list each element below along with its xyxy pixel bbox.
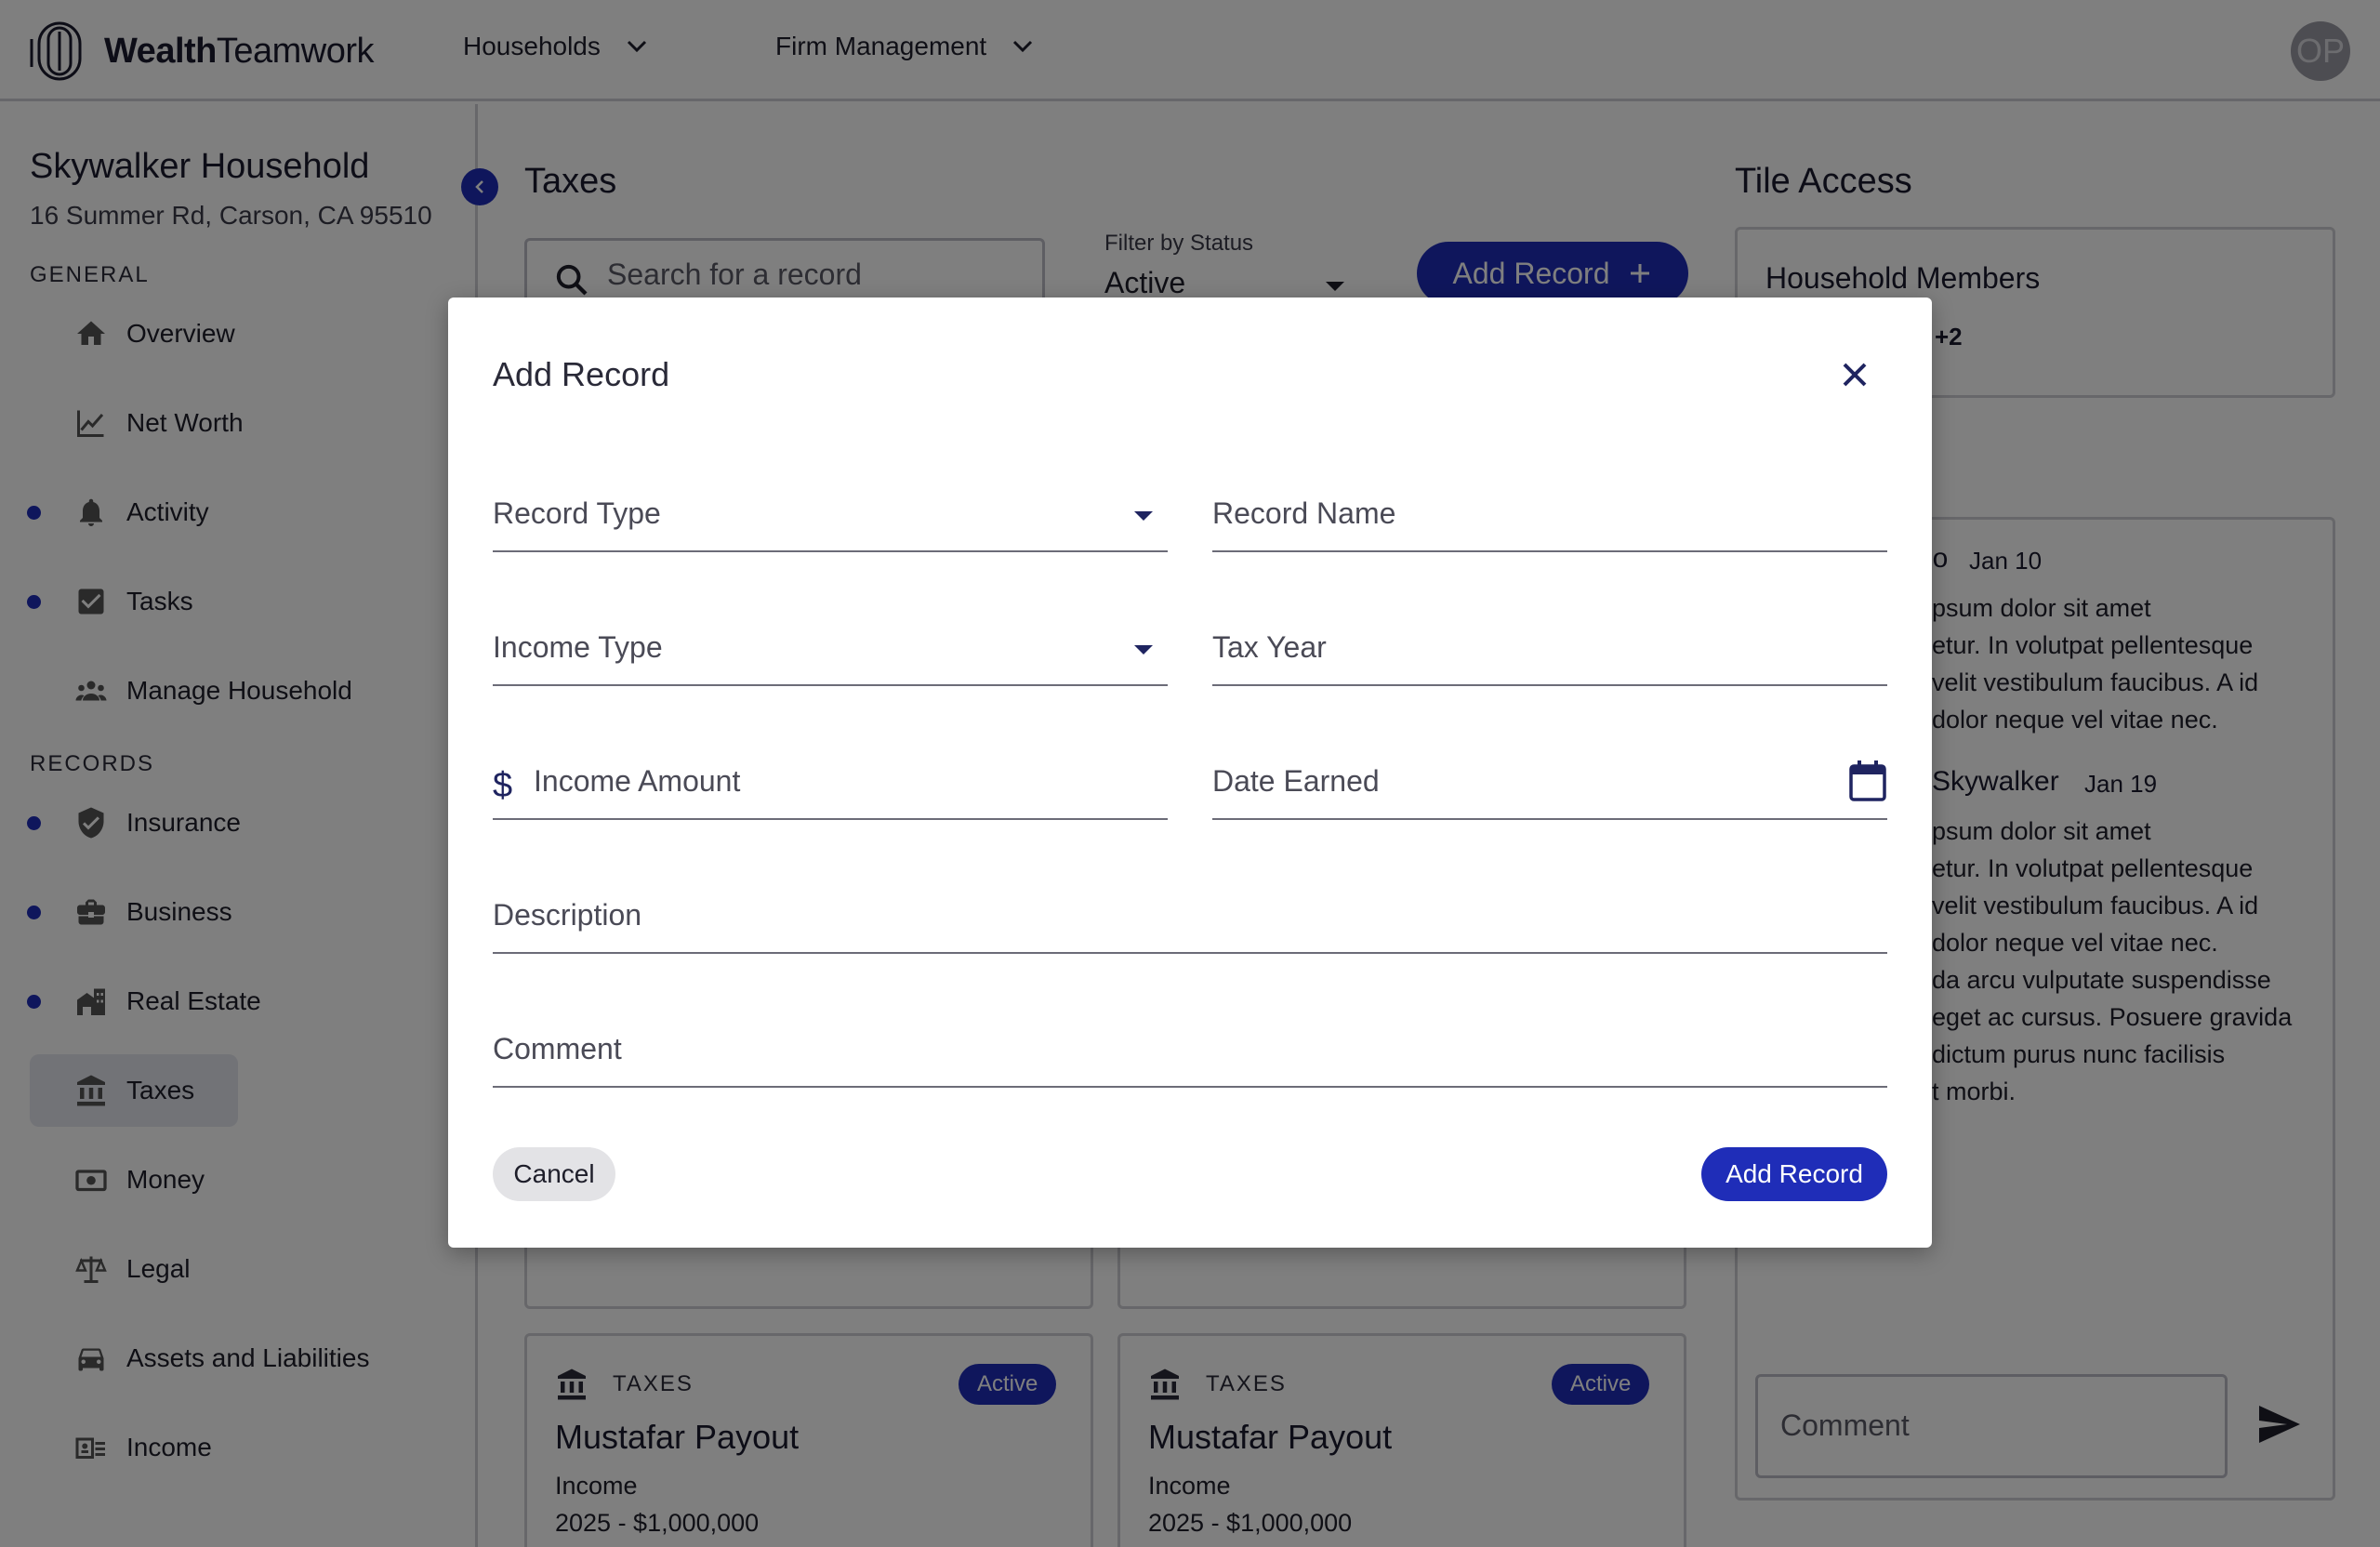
- tax-year-label: Tax Year: [1212, 630, 1327, 664]
- record-type-select[interactable]: Record Type: [493, 478, 1168, 552]
- description-label: Description: [493, 898, 642, 932]
- income-amount-field[interactable]: $ Income Amount: [493, 746, 1168, 820]
- date-earned-field[interactable]: Date Earned: [1212, 746, 1887, 820]
- income-type-select[interactable]: Income Type: [493, 612, 1168, 686]
- comment-field[interactable]: Comment: [493, 1013, 1887, 1088]
- dollar-icon: $: [493, 766, 513, 805]
- caret-down-icon: [1134, 511, 1153, 521]
- close-icon[interactable]: [1835, 355, 1874, 394]
- date-earned-label: Date Earned: [1212, 764, 1380, 798]
- record-name-label: Record Name: [1212, 496, 1396, 530]
- record-type-label: Record Type: [493, 496, 661, 530]
- comment-label: Comment: [493, 1032, 622, 1065]
- caret-down-icon: [1134, 645, 1153, 654]
- cancel-button[interactable]: Cancel: [493, 1147, 615, 1201]
- description-field[interactable]: Description: [493, 879, 1887, 954]
- add-record-dialog: Add Record Record Type Record Name Incom…: [448, 298, 1932, 1248]
- income-amount-label: Income Amount: [534, 764, 741, 798]
- income-type-label: Income Type: [493, 630, 663, 664]
- tax-year-field[interactable]: Tax Year: [1212, 612, 1887, 686]
- dialog-title: Add Record: [493, 355, 670, 393]
- submit-add-record-button[interactable]: Add Record: [1701, 1147, 1887, 1201]
- record-name-field[interactable]: Record Name: [1212, 478, 1887, 552]
- calendar-icon[interactable]: [1848, 759, 1887, 803]
